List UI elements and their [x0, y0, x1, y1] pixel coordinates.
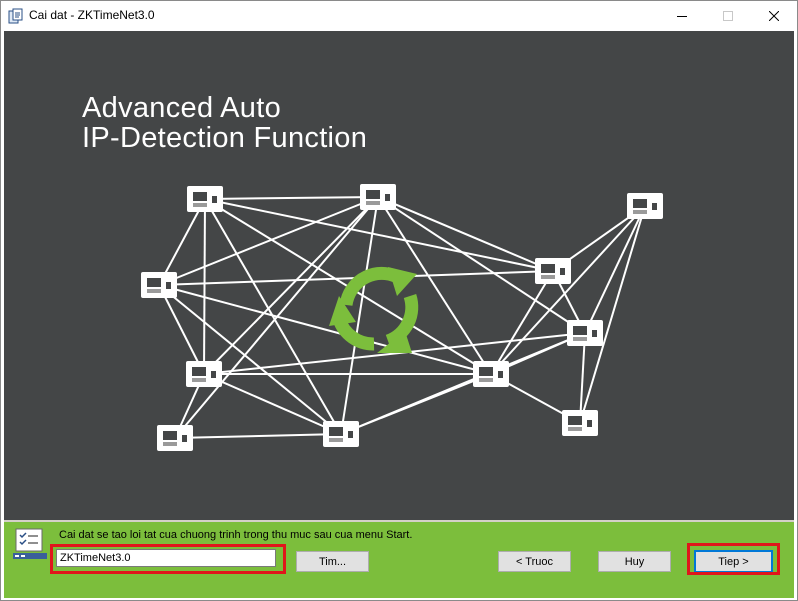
- attendance-device-icon: [562, 410, 598, 436]
- refresh-cycle-icon: [329, 266, 419, 353]
- back-button[interactable]: < Truoc: [498, 551, 571, 572]
- maximize-button[interactable]: [705, 1, 751, 31]
- attendance-device-icon: [473, 361, 509, 387]
- attendance-device-icon: [360, 184, 396, 210]
- maximize-icon: [723, 11, 733, 21]
- attendance-device-icon: [567, 320, 603, 346]
- footer-divider: [4, 520, 794, 522]
- attendance-device-icon: [157, 425, 193, 451]
- close-icon: [769, 11, 779, 21]
- attendance-device-icon: [627, 193, 663, 219]
- network-links: [158, 196, 646, 439]
- minimize-icon: [677, 16, 687, 17]
- close-button[interactable]: [751, 1, 797, 31]
- start-menu-folder-icon: [13, 528, 47, 559]
- attendance-device-icon: [141, 272, 177, 298]
- start-menu-folder-input[interactable]: [56, 549, 276, 567]
- attendance-device-icon: [187, 186, 223, 212]
- welcome-banner: Advanced Auto IP-Detection Function: [4, 31, 794, 520]
- attendance-device-icon: [323, 421, 359, 447]
- browse-button[interactable]: Tim...: [296, 551, 369, 572]
- minimize-button[interactable]: [659, 1, 705, 31]
- attendance-device-icon: [535, 258, 571, 284]
- installer-app-icon: [8, 8, 23, 24]
- installer-window: Cai dat - ZKTimeNet3.0 Advanced Auto IP-…: [0, 0, 798, 601]
- window-title: Cai dat - ZKTimeNet3.0: [29, 8, 155, 22]
- cancel-button[interactable]: Huy: [598, 551, 671, 572]
- setup-footer: Cai dat se tao loi tat cua chuong trinh …: [4, 520, 794, 598]
- title-bar: Cai dat - ZKTimeNet3.0: [1, 1, 797, 31]
- next-button[interactable]: Tiep >: [694, 550, 773, 573]
- device-network-illustration: [141, 184, 663, 451]
- start-menu-info-text: Cai dat se tao loi tat cua chuong trinh …: [59, 529, 413, 541]
- attendance-device-icon: [186, 361, 222, 387]
